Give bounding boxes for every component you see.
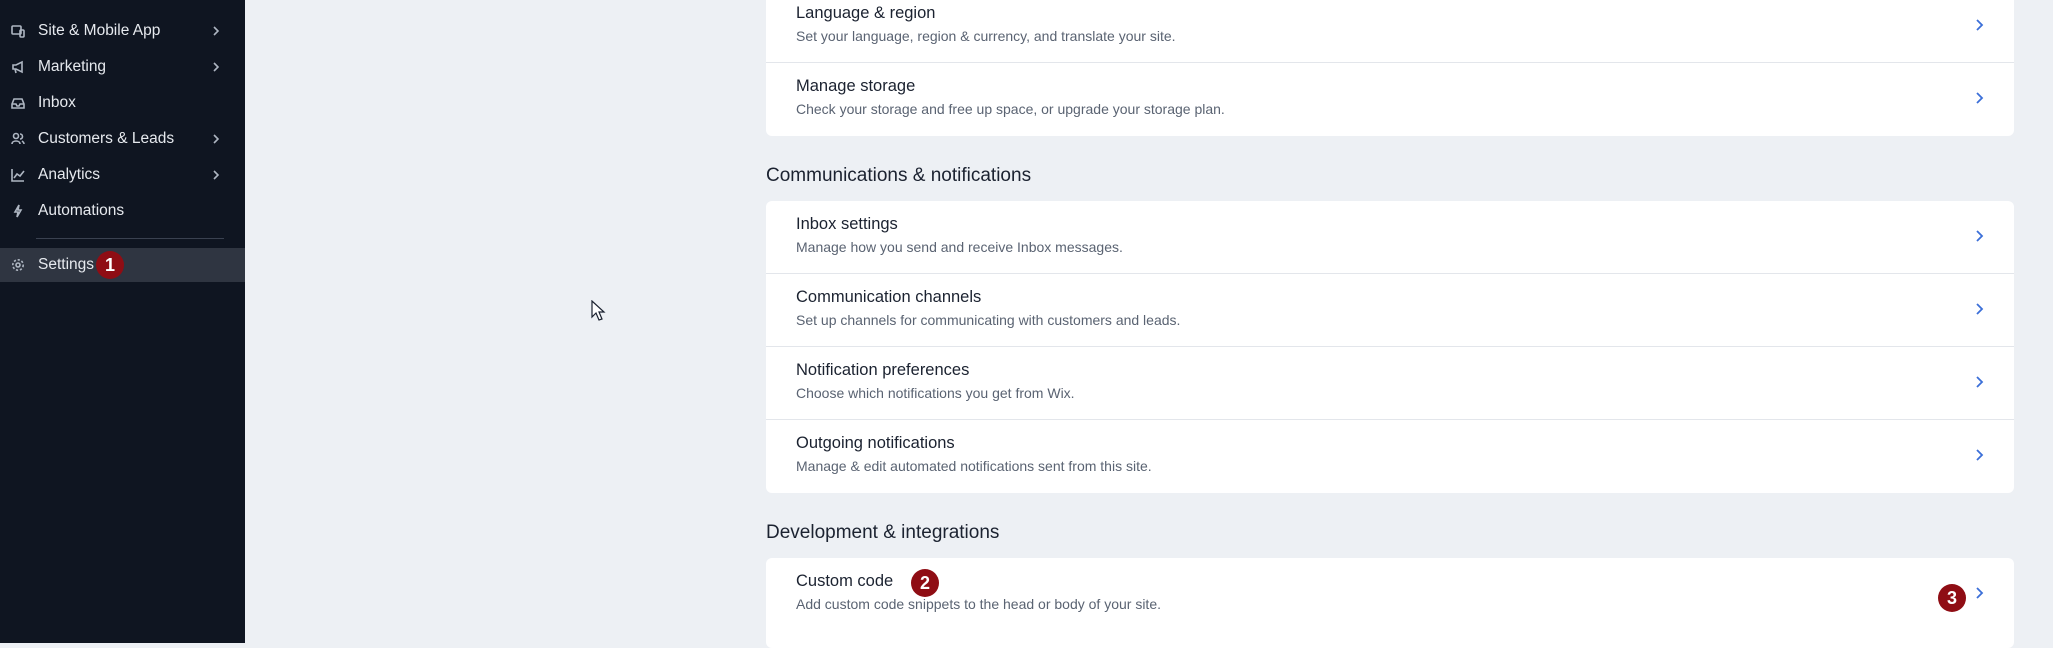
settings-row-outgoing-notifications[interactable]: Outgoing notifications Manage & edit aut…: [766, 420, 2014, 493]
chevron-right-icon: [211, 60, 223, 74]
sidebar-item-customers-leads[interactable]: Customers & Leads: [0, 122, 245, 156]
chevron-right-icon: [1974, 229, 1986, 245]
communications-card: Inbox settings Manage how you send and r…: [766, 201, 2014, 493]
site-icon: [10, 23, 26, 39]
sidebar-item-site-mobile-app[interactable]: Site & Mobile App: [0, 14, 245, 48]
row-description: Set your language, region & currency, an…: [796, 28, 1176, 44]
settings-row-language-region[interactable]: Language & region Set your language, reg…: [766, 0, 2014, 63]
row-title: Notification preferences: [796, 361, 970, 379]
sidebar-item-label: Marketing: [38, 58, 107, 75]
sidebar-item-marketing[interactable]: Marketing: [0, 50, 245, 84]
chevron-right-icon: [1974, 375, 1986, 391]
step-badge-3: 3: [1938, 584, 1966, 612]
sidebar-item-label: Customers & Leads: [38, 130, 175, 147]
settings-row-notification-preferences[interactable]: Notification preferences Choose which no…: [766, 347, 2014, 420]
sidebar-item-label: Automations: [38, 202, 125, 219]
row-title: Language & region: [796, 4, 936, 22]
settings-row-manage-storage[interactable]: Manage storage Check your storage and fr…: [766, 63, 2014, 136]
sidebar-divider: [36, 238, 224, 239]
sidebar-item-label: Inbox: [38, 94, 76, 111]
sidebar-item-automations[interactable]: Automations: [0, 194, 245, 228]
row-description: Check your storage and free up space, or…: [796, 101, 1225, 117]
development-card: Custom code Add custom code snippets to …: [766, 558, 2014, 648]
row-title: Outgoing notifications: [796, 434, 955, 452]
step-badge-1: 1: [96, 251, 124, 279]
chevron-right-icon: [211, 132, 223, 146]
chevron-right-icon: [211, 24, 223, 38]
inbox-icon: [10, 95, 26, 111]
chevron-right-icon: [1974, 91, 1986, 107]
row-description: Add custom code snippets to the head or …: [796, 596, 1161, 612]
row-description: Manage how you send and receive Inbox me…: [796, 239, 1123, 255]
row-title: Inbox settings: [796, 215, 898, 233]
customers-icon: [10, 131, 26, 147]
automations-icon: [10, 203, 26, 219]
settings-row-inbox-settings[interactable]: Inbox settings Manage how you send and r…: [766, 201, 2014, 274]
row-description: Manage & edit automated notifications se…: [796, 458, 1152, 474]
row-title: Manage storage: [796, 77, 916, 95]
settings-row-custom-code[interactable]: Custom code Add custom code snippets to …: [766, 558, 2014, 631]
row-description: Choose which notifications you get from …: [796, 385, 1075, 401]
sidebar-item-label: Analytics: [38, 166, 101, 183]
sidebar-item-label: Settings: [38, 256, 95, 273]
row-description: Set up channels for communicating with c…: [796, 312, 1181, 328]
sidebar-item-label: Site & Mobile App: [38, 22, 161, 39]
row-title: Communication channels: [796, 288, 982, 306]
mouse-cursor-icon: [591, 299, 607, 322]
section-title-development: Development & integrations: [766, 522, 1000, 543]
chevron-right-icon: [1974, 302, 1986, 318]
section-title-communications: Communications & notifications: [766, 165, 1032, 186]
chevron-right-icon: [211, 168, 223, 182]
chevron-right-icon: [1974, 586, 1986, 602]
general-settings-card: Language & region Set your language, reg…: [766, 0, 2014, 136]
sidebar-item-analytics[interactable]: Analytics: [0, 158, 245, 192]
sidebar-item-inbox[interactable]: Inbox: [0, 86, 245, 120]
step-badge-2: 2: [911, 569, 939, 597]
analytics-icon: [10, 167, 26, 183]
row-title: Custom code: [796, 572, 894, 590]
gear-icon: [10, 257, 26, 273]
chevron-right-icon: [1974, 448, 1986, 464]
sidebar: Site & Mobile App Marketing Inbox Custom…: [0, 0, 245, 643]
megaphone-icon: [10, 59, 26, 75]
settings-row-communication-channels[interactable]: Communication channels Set up channels f…: [766, 274, 2014, 347]
chevron-right-icon: [1974, 18, 1986, 34]
